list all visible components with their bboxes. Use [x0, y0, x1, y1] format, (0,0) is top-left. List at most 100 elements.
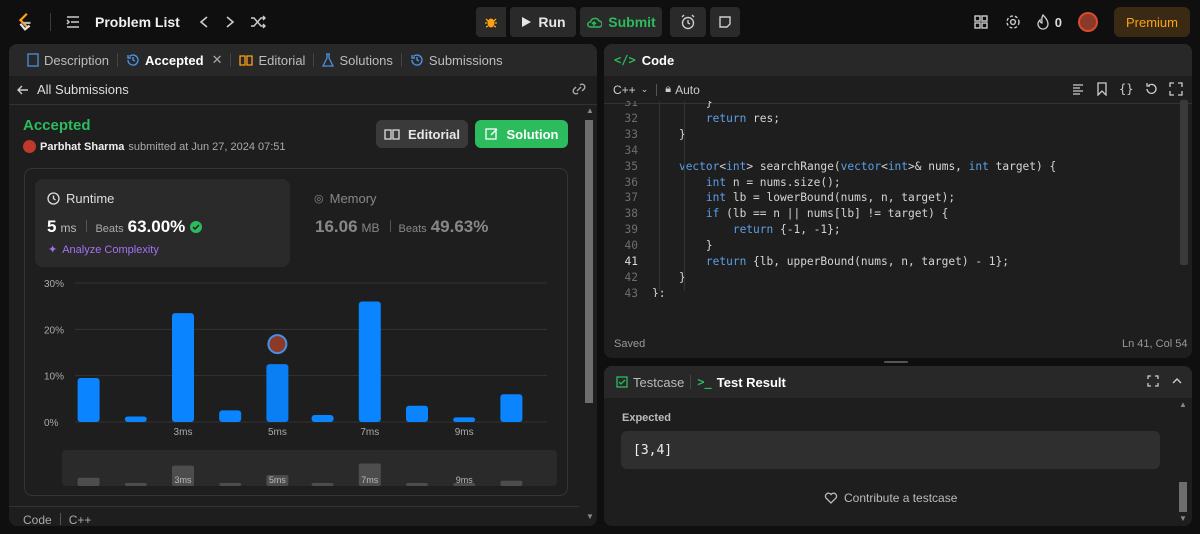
code-line[interactable]: 34	[604, 143, 1179, 159]
code-line[interactable]: 33 }	[604, 127, 1179, 143]
history-icon	[127, 54, 139, 66]
solution-button[interactable]: Solution	[475, 120, 568, 148]
username[interactable]: Parbhat Sharma	[40, 141, 124, 153]
fullscreen-icon[interactable]	[1169, 82, 1184, 99]
overview-bar	[219, 483, 242, 486]
left-scrollbar[interactable]: ▲ ▼	[584, 106, 594, 524]
chevron-right-icon[interactable]	[224, 15, 236, 29]
bookmark-icon[interactable]	[1096, 82, 1108, 99]
chart-bar	[266, 364, 289, 422]
tab-accepted-label: Accepted	[145, 52, 204, 68]
line-number: 32	[624, 111, 638, 125]
line-number: 38	[624, 207, 638, 221]
mode-label[interactable]: Auto	[675, 83, 700, 97]
line-number: 36	[624, 175, 638, 189]
code-line[interactable]: 35 vector<int> searchRange(vector<int>& …	[604, 159, 1179, 175]
line-text: vector<int> searchRange(vector<int>& num…	[678, 159, 1057, 173]
tab-test-result[interactable]: >_ Test Result	[697, 375, 786, 390]
top-bar: Problem List Run Submit 0 Premium	[0, 0, 1200, 44]
line-text: }	[652, 127, 686, 141]
line-text: if (lb == n || nums[lb] != target) {	[705, 207, 949, 221]
overview-bar	[77, 477, 100, 486]
line-number: 33	[624, 127, 638, 141]
y-tick-label: 20%	[44, 325, 64, 336]
code-title: Code	[641, 52, 675, 68]
layout-icon[interactable]	[973, 14, 989, 30]
x-tick-label: 7ms	[360, 427, 379, 438]
code-scrollbar[interactable]	[1180, 100, 1189, 300]
tab-solutions[interactable]: Solutions	[314, 44, 400, 76]
code-line[interactable]: 41 return {lb, upperBound(nums, n, targe…	[604, 254, 1179, 270]
memory-box[interactable]: ◎ Memory	[314, 191, 377, 206]
tab-description[interactable]: Description	[19, 44, 117, 76]
code-line[interactable]: 43};	[604, 286, 1179, 297]
chart-bar	[77, 377, 100, 422]
link-icon[interactable]	[571, 82, 587, 99]
y-tick-label: 10%	[44, 372, 64, 383]
overview-tick-label: 3ms	[174, 475, 192, 485]
problem-list-link[interactable]: Problem List	[95, 14, 180, 30]
tab-submissions[interactable]: Submissions	[402, 44, 511, 76]
runtime-beats-label: Beats	[95, 223, 124, 235]
memory-chip-icon: ◎	[314, 193, 324, 205]
tab-accepted[interactable]: Accepted ✕	[118, 44, 230, 76]
resize-handle[interactable]	[884, 361, 908, 363]
code-line[interactable]: 32 return res;	[604, 111, 1179, 127]
streak-counter[interactable]: 0	[1037, 14, 1062, 30]
tab-testcase[interactable]: Testcase	[616, 375, 684, 390]
code-line[interactable]: 42 }	[604, 270, 1179, 286]
format-icon[interactable]	[1071, 82, 1085, 99]
code-line[interactable]: 36 int n = nums.size();	[604, 175, 1179, 191]
overview-tick-label: 5ms	[269, 475, 287, 485]
code-line[interactable]: 40 }	[604, 238, 1179, 254]
reset-icon[interactable]	[1144, 82, 1158, 99]
code-line[interactable]: 37 int lb = lowerBound(nums, n, target);	[604, 190, 1179, 206]
gear-icon[interactable]	[1005, 14, 1021, 30]
terminal-icon: >_	[697, 375, 712, 389]
line-text: }	[652, 101, 713, 109]
expected-label: Expected	[622, 412, 671, 424]
list-icon[interactable]	[65, 14, 81, 30]
chart-bar	[358, 301, 381, 422]
contribute-testcase-link[interactable]: Contribute a testcase	[824, 491, 957, 505]
collapse-icon[interactable]	[1171, 375, 1183, 390]
runtime-distribution-chart[interactable]: 30% 20% 10% 0% 3ms 5ms 7ms 9ms 3ms 5ms 7ms 9ms	[25, 270, 565, 500]
heart-icon	[824, 492, 838, 504]
user-avatar[interactable]	[23, 140, 36, 153]
tab-editorial[interactable]: Editorial	[231, 44, 313, 76]
premium-button[interactable]: Premium	[1113, 7, 1190, 37]
code-editor[interactable]: 31 } 32 return res; 33 } 34 35 vector<int> s…	[604, 101, 1179, 297]
cloud-upload-icon	[587, 17, 603, 28]
bug-icon	[485, 18, 497, 28]
close-icon[interactable]: ✕	[212, 52, 223, 68]
code-line[interactable]: 31 }	[604, 101, 1179, 111]
back-link[interactable]: All Submissions	[17, 82, 129, 97]
language-select[interactable]: C++ ⌄	[613, 83, 648, 97]
line-text: }	[652, 270, 686, 284]
run-button[interactable]: Run	[510, 7, 576, 37]
overview-tick-label: 9ms	[456, 475, 474, 485]
leetcode-logo[interactable]	[14, 11, 36, 33]
overview-bar	[311, 483, 334, 486]
timer-button[interactable]	[670, 7, 706, 37]
braces-icon[interactable]: {}	[1119, 82, 1133, 99]
notes-button[interactable]	[710, 7, 740, 37]
code-line[interactable]: 38 if (lb == n || nums[lb] != target) {	[604, 206, 1179, 222]
test-scrollbar[interactable]: ▲ ▼	[1178, 400, 1188, 524]
chevron-left-icon[interactable]	[198, 15, 210, 29]
expand-icon[interactable]	[1147, 375, 1159, 390]
expected-output-box: [3,4]	[621, 431, 1160, 469]
footer-code-label: Code	[23, 513, 52, 527]
history-icon	[411, 54, 423, 66]
submit-label: Submit	[608, 14, 656, 30]
submit-button[interactable]: Submit	[580, 7, 662, 37]
avatar[interactable]	[1077, 12, 1098, 32]
run-label: Run	[538, 14, 566, 30]
code-line[interactable]: 39 return {-1, -1};	[604, 222, 1179, 238]
line-text: return res;	[705, 111, 780, 125]
debug-button[interactable]	[476, 7, 506, 37]
editorial-button[interactable]: Editorial	[376, 120, 468, 148]
shuffle-icon[interactable]	[250, 15, 266, 29]
arrow-left-icon	[17, 85, 28, 94]
analyze-complexity-link[interactable]: ✦ Analyze Complexity	[48, 243, 159, 257]
